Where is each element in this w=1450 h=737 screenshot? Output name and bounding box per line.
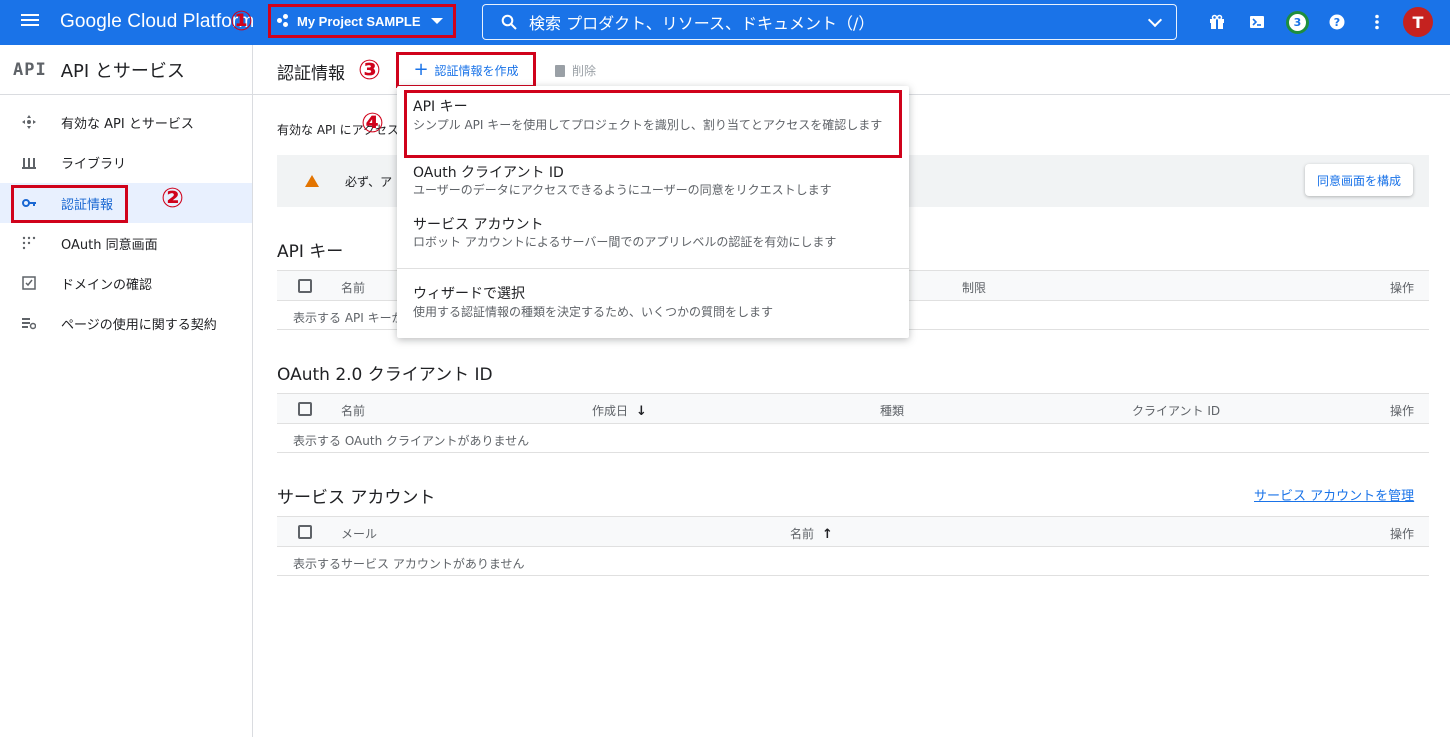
project-name: My Project SAMPLE [297,13,421,29]
search-icon [501,14,517,30]
create-credentials-label: 認証情報を作成 [434,63,519,78]
oauth-table-header: 名前 作成日 ↓ 種類 クライアント ID 操作 [277,393,1429,424]
sidebar-item-label: ページの使用に関する契約 [61,317,217,333]
configure-consent-button[interactable]: 同意画面を構成 [1304,164,1413,196]
sidebar-item-label: OAuth 同意画面 [61,237,158,253]
col-restrictions[interactable]: 制限 [962,279,986,296]
oauth-empty: 表示する OAuth クライアントがありません [277,424,1429,453]
plus-icon: + [413,59,429,80]
service-accounts-empty: 表示するサービス アカウントがありません [277,547,1429,576]
sidebar-item-label: ドメインの確認 [61,277,153,293]
annotation-box-api-key [404,90,902,158]
sidebar-title: API とサービス [60,60,185,82]
menu-item-desc: ロボット アカウントによるサーバー間でのアプリレベルの認証を有効にします [413,235,837,249]
annotation-1: ① [230,6,253,37]
menu-divider [397,268,909,269]
menu-item-wizard[interactable]: ウィザードで選択 使用する認証情報の種類を決定するため、いくつかの質問をします [397,281,909,325]
service-accounts-table-header: メール 名前 ↑ 操作 [277,516,1429,547]
warning-icon [305,175,319,187]
menu-item-desc: ユーザーのデータにアクセスできるようにユーザーの同意をリクエストします [413,183,832,197]
menu-item-title: ウィザードで選択 [413,286,525,302]
top-app-bar: Google Cloud Platform ① My Project SAMPL… [0,0,1450,45]
col-actions: 操作 [1389,281,1414,295]
col-name[interactable]: 名前 [341,402,365,419]
brand-title[interactable]: Google Cloud Platform [60,11,254,33]
svg-text:?: ? [1334,16,1340,29]
hamburger-menu-icon[interactable] [18,11,42,35]
col-client-id[interactable]: クライアント ID [1132,402,1220,419]
chevron-down-icon[interactable] [1147,12,1163,28]
sidebar-item-oauth-consent[interactable]: OAuth 同意画面 [0,223,252,263]
col-name[interactable]: 名前 ↑ [790,525,833,542]
api-logo-icon: API [13,59,47,80]
col-name[interactable]: 名前 [341,279,365,296]
api-keys-title: API キー [277,242,344,262]
project-selector[interactable]: My Project SAMPLE [268,4,456,38]
select-all-checkbox[interactable] [298,525,312,539]
col-created-date-label: 作成日 [592,404,629,418]
arrow-down-icon: ↓ [636,404,647,419]
col-type[interactable]: 種類 [880,402,904,419]
create-credentials-button[interactable]: + 認証情報を作成 [396,52,536,88]
help-icon[interactable]: ? [1326,11,1348,33]
avatar[interactable]: T [1403,7,1433,37]
menu-item-oauth-client-id[interactable]: OAuth クライアント ID ユーザーのデータにアクセスできるようにユーザーの… [397,160,909,204]
sidebar-item-label: ライブラリ [61,156,127,172]
sidebar-item-label: 有効な API とサービス [61,116,194,132]
oauth-title: OAuth 2.0 クライアント ID [277,365,493,385]
page-title: 認証情報 [277,64,345,84]
annotation-box-credentials [11,185,128,223]
delete-button[interactable]: 削除 [555,62,596,79]
project-dots-icon [277,14,291,28]
menu-item-title: サービス アカウント [413,217,544,233]
search-placeholder: 検索 プロダクト、リソース、ドキュメント（/） [529,14,875,33]
settings-list-icon [22,316,37,330]
col-actions: 操作 [1389,527,1414,541]
select-all-checkbox[interactable] [298,402,312,416]
col-email[interactable]: メール [341,525,377,542]
annotation-4: ④ [361,108,384,139]
sidebar-header: API API とサービス [0,45,252,95]
menu-item-desc: 使用する認証情報の種類を決定するため、いくつかの質問をします [413,305,774,319]
notifications-badge[interactable]: 3 [1286,11,1309,34]
annotation-2: ② [161,183,184,214]
sidebar-item-page-usage-agreements[interactable]: ページの使用に関する契約 [0,303,252,343]
sidebar-item-library[interactable]: ライブラリ [0,142,252,182]
service-accounts-title: サービス アカウント [277,488,436,508]
search-bar[interactable]: 検索 プロダクト、リソース、ドキュメント（/） [482,4,1177,40]
cloud-shell-icon[interactable] [1246,11,1268,33]
col-created-date[interactable]: 作成日 ↓ [592,402,647,419]
sidebar: API API とサービス 有効な API とサービス ライブラリ 認証情報 O… [0,45,253,737]
annotation-3: ③ [358,55,381,86]
sidebar-item-domain-verification[interactable]: ドメインの確認 [0,263,252,303]
gift-icon[interactable] [1206,11,1228,33]
select-all-checkbox[interactable] [298,279,312,293]
col-name-label: 名前 [790,527,815,541]
menu-item-title: OAuth クライアント ID [413,165,564,181]
caret-down-icon [430,18,443,24]
trash-icon [555,64,565,77]
delete-label: 削除 [572,64,597,78]
grid-dots-icon [22,236,36,250]
checkbox-icon [22,276,36,290]
menu-item-service-account[interactable]: サービス アカウント ロボット アカウントによるサーバー間でのアプリレベルの認証… [397,212,909,256]
sidebar-item-enabled-apis[interactable]: 有効な API とサービス [0,102,252,142]
col-actions: 操作 [1389,404,1414,418]
arrow-up-icon: ↑ [822,527,833,542]
more-vert-icon[interactable] [1366,11,1388,33]
library-icon [22,155,36,169]
manage-service-accounts-link[interactable]: サービス アカウントを管理 [1254,485,1414,504]
warning-text: 必ず、ア [345,175,393,189]
move-icon [22,115,36,129]
